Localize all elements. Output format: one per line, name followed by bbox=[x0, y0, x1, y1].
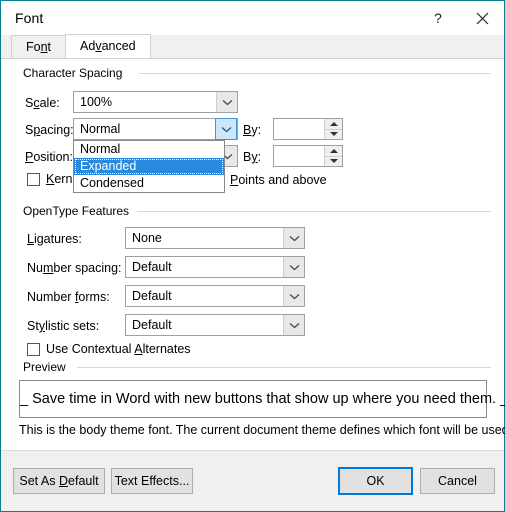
spinner-buttons[interactable] bbox=[324, 146, 342, 166]
scale-label: Scale: bbox=[25, 96, 60, 110]
position-by-value bbox=[274, 146, 324, 166]
character-spacing-group: Character Spacing bbox=[15, 66, 491, 80]
stylistic-sets-value: Default bbox=[132, 318, 172, 332]
close-button[interactable] bbox=[460, 1, 504, 35]
tab-font-label: Font bbox=[26, 40, 52, 54]
preview-sample-text: _ Save time in Word with new buttons tha… bbox=[20, 391, 505, 407]
group-divider bbox=[77, 367, 491, 368]
window-controls: ? bbox=[416, 1, 504, 35]
character-spacing-group-label: Character Spacing bbox=[19, 66, 127, 80]
chevron-down-icon[interactable] bbox=[216, 92, 237, 112]
contextual-alternates-label: Use Contextual Alternates bbox=[46, 342, 191, 356]
spacing-value: Normal bbox=[80, 122, 121, 136]
spacing-label: Spacing: bbox=[25, 123, 74, 137]
tab-strip: Font Advanced bbox=[1, 34, 504, 59]
preview-group-label: Preview bbox=[19, 360, 70, 374]
text-effects-button[interactable]: Text Effects... bbox=[111, 468, 193, 494]
spacing-combo[interactable]: Normal bbox=[73, 118, 238, 140]
chevron-down-icon[interactable] bbox=[283, 228, 304, 248]
spacing-by-spinner[interactable] bbox=[273, 118, 343, 140]
ok-label: OK bbox=[366, 474, 385, 488]
tab-font[interactable]: Font bbox=[11, 35, 67, 58]
checkbox-box[interactable] bbox=[27, 342, 40, 356]
font-dialog: Font ? Font Advanced Character Spacing S… bbox=[0, 0, 505, 512]
scale-combo[interactable]: 100% bbox=[73, 91, 238, 113]
group-divider bbox=[137, 211, 491, 212]
number-forms-value: Default bbox=[132, 289, 172, 303]
chevron-down-icon[interactable] bbox=[283, 315, 304, 335]
spinner-buttons[interactable] bbox=[324, 119, 342, 139]
dropdown-option-condensed[interactable]: Condensed bbox=[74, 175, 224, 192]
chevron-down-icon[interactable] bbox=[283, 286, 304, 306]
text-effects-label: Text Effects... bbox=[114, 474, 190, 488]
number-spacing-value: Default bbox=[132, 260, 172, 274]
opentype-group: OpenType Features bbox=[15, 204, 491, 218]
close-icon bbox=[476, 12, 489, 25]
help-button[interactable]: ? bbox=[416, 1, 460, 35]
tab-advanced-label: Advanced bbox=[80, 39, 136, 53]
preview-group: Preview bbox=[15, 360, 491, 374]
spacing-by-label: By: bbox=[243, 123, 262, 137]
ligatures-value: None bbox=[132, 231, 162, 245]
set-as-default-label: Set As Default bbox=[19, 474, 99, 488]
group-divider bbox=[139, 73, 491, 74]
spinner-up-icon[interactable] bbox=[325, 119, 342, 130]
contextual-alternates-checkbox[interactable]: Use Contextual Alternates bbox=[27, 342, 191, 356]
position-label: Position: bbox=[25, 150, 73, 164]
stylistic-sets-label: Stylistic sets: bbox=[27, 319, 100, 333]
dropdown-option-normal[interactable]: Normal bbox=[74, 141, 224, 158]
question-mark-icon: ? bbox=[434, 10, 442, 26]
preview-box: _ Save time in Word with new buttons tha… bbox=[19, 380, 505, 418]
checkbox-box[interactable] bbox=[27, 172, 40, 186]
dialog-content: Character Spacing Scale: 100% Spacing: N… bbox=[1, 59, 505, 476]
ok-button[interactable]: OK bbox=[338, 467, 413, 495]
dialog-footer: Set As Default Text Effects... OK Cancel bbox=[1, 450, 504, 511]
number-spacing-combo[interactable]: Default bbox=[125, 256, 305, 278]
ligatures-label: Ligatures: bbox=[27, 232, 82, 246]
scale-value: 100% bbox=[80, 95, 112, 109]
dropdown-option-expanded[interactable]: Expanded bbox=[74, 158, 224, 175]
number-spacing-label: Number spacing: bbox=[27, 261, 122, 275]
spinner-up-icon[interactable] bbox=[325, 146, 342, 157]
position-by-label: By: bbox=[243, 150, 262, 164]
opentype-group-label: OpenType Features bbox=[19, 204, 134, 218]
cancel-label: Cancel bbox=[438, 474, 477, 488]
spinner-down-icon[interactable] bbox=[325, 129, 342, 139]
kerning-suffix-label: Points and above bbox=[230, 173, 327, 187]
position-by-spinner[interactable] bbox=[273, 145, 343, 167]
ligatures-combo[interactable]: None bbox=[125, 227, 305, 249]
chevron-down-icon[interactable] bbox=[283, 257, 304, 277]
set-as-default-button[interactable]: Set As Default bbox=[13, 468, 105, 494]
cancel-button[interactable]: Cancel bbox=[420, 468, 495, 494]
spacing-dropdown-list[interactable]: Normal Expanded Condensed bbox=[73, 140, 225, 193]
chevron-down-icon[interactable] bbox=[215, 118, 237, 140]
title-bar: Font ? bbox=[1, 1, 504, 35]
spinner-down-icon[interactable] bbox=[325, 156, 342, 166]
number-forms-combo[interactable]: Default bbox=[125, 285, 305, 307]
tab-advanced[interactable]: Advanced bbox=[65, 34, 151, 58]
stylistic-sets-combo[interactable]: Default bbox=[125, 314, 305, 336]
spacing-by-value bbox=[274, 119, 324, 139]
window-title: Font bbox=[15, 10, 44, 26]
number-forms-label: Number forms: bbox=[27, 290, 110, 304]
preview-note: This is the body theme font. The current… bbox=[19, 423, 505, 437]
